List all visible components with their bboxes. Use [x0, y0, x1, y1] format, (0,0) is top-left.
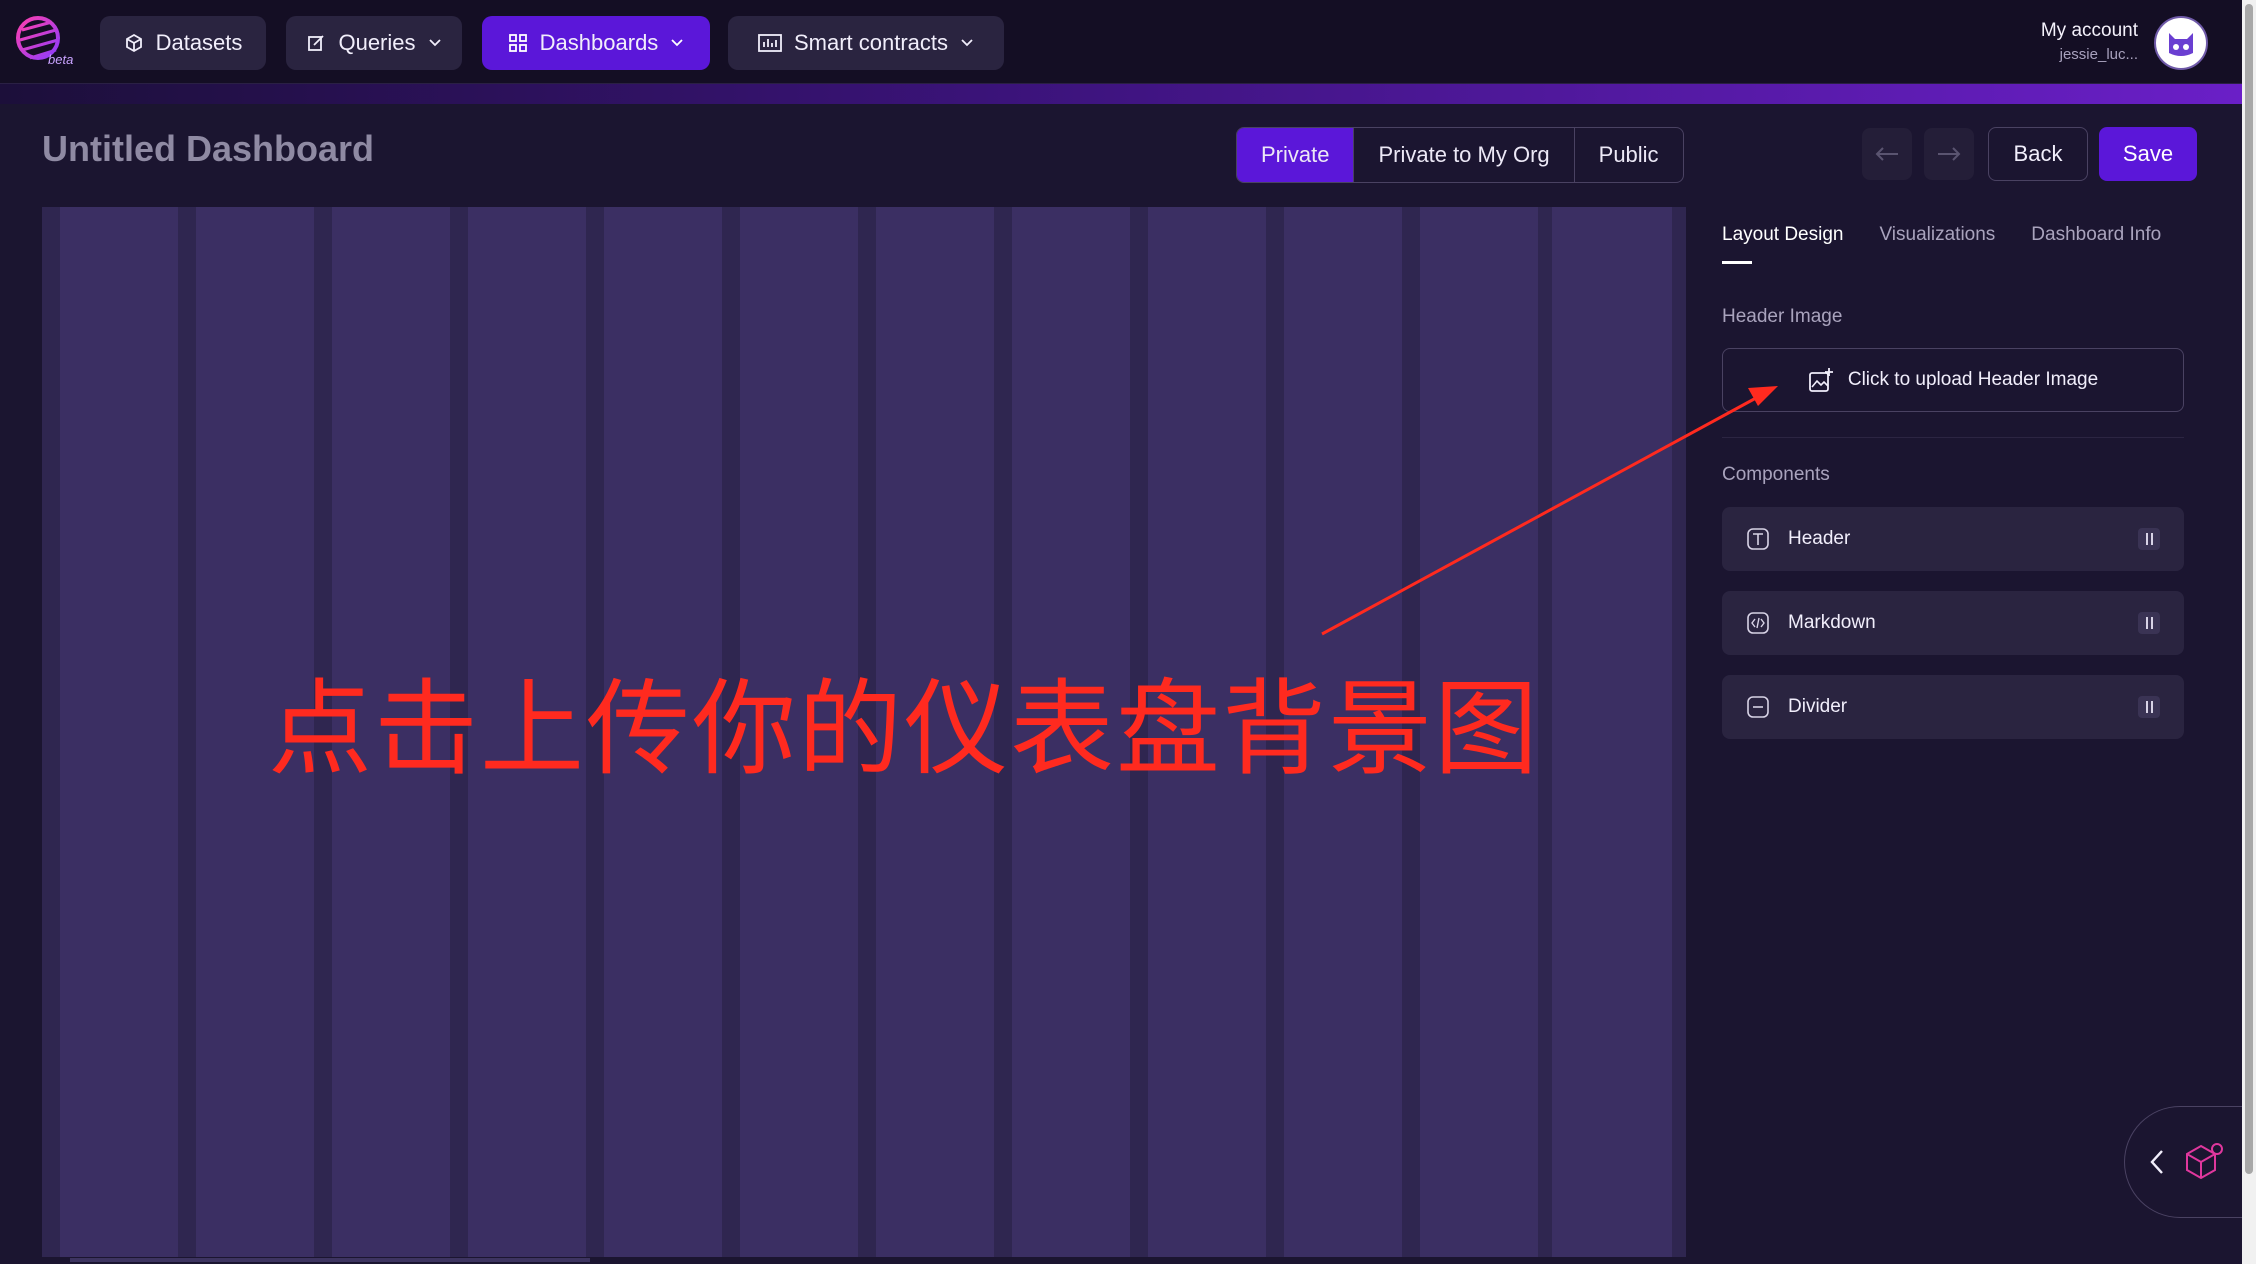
arrow-left-icon: [1875, 147, 1898, 161]
component-divider[interactable]: Divider: [1722, 675, 2184, 739]
component-markdown[interactable]: Markdown: [1722, 591, 2184, 655]
scrollbar-thumb[interactable]: [2245, 4, 2253, 1174]
dashboard-title[interactable]: Untitled Dashboard: [42, 128, 374, 170]
visibility-private-org[interactable]: Private to My Org: [1354, 128, 1575, 182]
account-menu[interactable]: My account jessie_luc...: [2041, 20, 2138, 63]
visibility-toggle: Private Private to My Org Public: [1236, 127, 1684, 183]
floating-helper-widget[interactable]: [2124, 1106, 2242, 1218]
chevron-down-icon: [428, 39, 441, 47]
minus-icon: [1747, 696, 1769, 718]
nav-label: Smart contracts: [793, 30, 949, 55]
arrow-right-icon: [1938, 147, 1961, 161]
image-upload-icon: [1808, 368, 1833, 392]
account-username: jessie_luc...: [2059, 46, 2138, 63]
grid-column: [60, 207, 178, 1257]
component-label: Markdown: [1788, 612, 1876, 633]
chevron-left-icon: [2150, 1150, 2163, 1174]
code-icon: [1747, 612, 1769, 634]
nav-smart-contracts[interactable]: Smart contracts: [728, 16, 1004, 70]
tab-layout-design[interactable]: Layout Design: [1722, 224, 1843, 264]
redo-button[interactable]: [1924, 128, 1974, 180]
text-icon: [1747, 528, 1769, 550]
nav-queries[interactable]: Queries: [286, 16, 462, 70]
upload-label: Click to upload Header Image: [1847, 369, 2099, 390]
cube-assistant-icon: [2186, 1143, 2223, 1180]
sidebar-tabs: Layout Design Visualizations Dashboard I…: [1722, 224, 2161, 264]
top-nav-bar: beta Datasets Queries Dashboards Smart c…: [0, 0, 2242, 84]
nav-datasets[interactable]: Datasets: [100, 16, 266, 70]
components-label: Components: [1722, 464, 1830, 485]
bar-chart-icon: [758, 34, 782, 52]
robot-avatar-icon: [2169, 33, 2193, 56]
drag-handle-icon[interactable]: [2138, 528, 2160, 550]
undo-button[interactable]: [1862, 128, 1912, 180]
visibility-public[interactable]: Public: [1575, 128, 1683, 182]
grid-column: [1552, 207, 1672, 1257]
annotation-text: 点击上传你的仪表盘背景图: [268, 668, 1541, 790]
drag-handle-icon[interactable]: [2138, 612, 2160, 634]
avatar[interactable]: [2154, 16, 2208, 70]
horizontal-scroll-indicator: [70, 1258, 590, 1262]
chevron-down-icon: [671, 39, 683, 47]
nav-label: Dashboards: [539, 30, 659, 55]
component-header[interactable]: Header: [1722, 507, 2184, 571]
back-button[interactable]: Back: [1988, 127, 2088, 181]
header-image-label: Header Image: [1722, 306, 1843, 327]
nav-dashboards[interactable]: Dashboards: [482, 16, 710, 70]
nav-label: Queries: [338, 30, 416, 55]
tab-dashboard-info[interactable]: Dashboard Info: [2031, 224, 2161, 264]
component-label: Header: [1788, 528, 1851, 549]
upload-header-image-button[interactable]: Click to upload Header Image: [1722, 348, 2184, 412]
component-label: Divider: [1788, 696, 1848, 717]
header-glow: [0, 84, 2242, 104]
save-button[interactable]: Save: [2099, 127, 2197, 181]
visibility-private[interactable]: Private: [1237, 128, 1355, 182]
grid-icon: [508, 34, 527, 52]
drag-handle-icon[interactable]: [2138, 696, 2160, 718]
tab-visualizations[interactable]: Visualizations: [1879, 224, 1995, 264]
chevron-down-icon: [961, 39, 973, 47]
beta-badge: beta: [48, 52, 74, 67]
edit-icon: [308, 35, 325, 51]
section-divider: [1722, 437, 2184, 438]
cube-icon: [125, 33, 142, 53]
account-label: My account: [2040, 20, 2138, 41]
logo[interactable]: beta: [14, 14, 76, 70]
nav-label: Datasets: [155, 30, 243, 55]
